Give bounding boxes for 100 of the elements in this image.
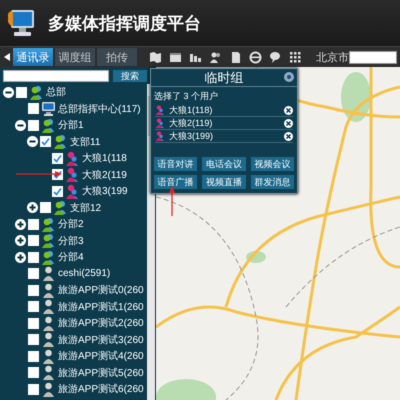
chat-icon[interactable] [269,50,282,64]
tree-item-label[interactable]: 总部指挥中心(117) [58,102,141,116]
monitor-icon [8,8,36,38]
checkbox[interactable] [28,284,39,296]
checkbox[interactable] [28,235,39,246]
user-icon [155,105,165,115]
user-icon [65,167,80,182]
checkbox[interactable] [28,268,39,280]
tree-item-label[interactable]: 支部11 [70,134,100,149]
checkbox[interactable] [28,367,39,378]
user-icon [41,266,56,282]
checkbox[interactable] [52,152,63,164]
tree-item-label[interactable]: 旅游APP测试5(260 [58,366,144,380]
tree-item-label[interactable]: 旅游APP测试0(260 [58,283,144,298]
checkbox[interactable] [28,103,39,114]
action-button[interactable]: 群发消息 [250,175,294,189]
tree-item-label[interactable]: 旅游APP测试4(260 [58,349,144,364]
user-icon [41,282,56,298]
window-icon[interactable] [169,50,182,64]
tab[interactable]: 调度组 [55,48,96,66]
tree-item-label[interactable]: 旅游APP测试3(260 [58,332,144,347]
user-icon [41,382,56,397]
checkbox[interactable] [28,350,39,362]
user-icon [41,332,56,348]
left-arrow-icon[interactable] [4,53,10,61]
tree-item-label[interactable]: 旅游APP测试1(260 [58,300,144,314]
tree-item-label[interactable]: 分部1 [58,118,84,132]
tree-item-label[interactable]: 大狼1(118 [82,151,127,166]
collapse-button[interactable] [27,136,38,148]
checkbox[interactable] [28,318,39,329]
checkbox[interactable] [28,218,39,230]
close-button[interactable] [284,72,294,82]
action-button[interactable]: 语音对讲 [154,157,198,171]
group-icon [53,200,68,216]
annotation-arrow [168,186,176,216]
tree-item-label[interactable]: 旅游APP测试6(260 [58,382,144,396]
tree-item-label[interactable]: 大狼3(199 [82,184,128,198]
user-icon [41,348,56,364]
user-icon [65,184,80,199]
popup-title: 临时组 [204,68,244,86]
search-button[interactable]: 搜索 [113,70,147,82]
map-icon[interactable] [149,50,162,64]
browser-icon[interactable] [249,50,262,64]
city-label: 北京市 [316,50,350,64]
member-label: 大狼3(199) [169,130,214,142]
monitor-icon [41,101,56,116]
checkbox[interactable] [52,186,63,197]
remove-button[interactable] [284,132,293,140]
tab[interactable]: 通讯录 [13,48,54,66]
checkbox[interactable] [28,301,39,312]
remove-button[interactable] [284,106,293,114]
tree-item-label[interactable]: 总部 [46,85,66,100]
user-icon [155,131,165,141]
user-icon [65,150,80,166]
expand-button[interactable] [15,252,26,263]
remove-button[interactable] [284,118,293,128]
tree-item-label[interactable]: ceshi(2591) [58,268,110,280]
member-label: 大狼1(118) [169,104,214,116]
tree-item-label[interactable]: 分部3 [58,234,84,248]
user-icon [41,316,56,331]
annotation-arrow [16,170,62,178]
group-icon [53,134,68,150]
checkbox[interactable] [28,334,39,346]
tree-item-label[interactable]: 分部2 [58,217,84,232]
checkbox[interactable] [28,252,39,263]
checkbox[interactable] [28,384,39,395]
user-icon [41,299,56,314]
selection-summary: 选择了 3 个用户 [153,90,220,103]
document-icon[interactable] [229,50,242,64]
group-icon [29,84,44,100]
tree-item-label[interactable]: 旅游APP测试2(260 [58,316,144,330]
group-icon [41,216,56,232]
search-field[interactable] [349,50,398,64]
user-icon [155,118,165,128]
checkbox[interactable] [40,202,51,214]
users-icon[interactable] [209,50,222,64]
expand-button[interactable] [27,202,38,214]
group-icon [41,250,56,265]
group-icon [41,233,56,248]
action-button[interactable]: 语音广播 [154,175,198,189]
expand-button[interactable] [15,218,26,230]
checkbox[interactable] [28,120,39,131]
checkbox[interactable] [16,86,27,98]
tree-item-label[interactable]: 分部4 [58,250,84,264]
expand-button[interactable] [15,235,26,246]
action-button[interactable]: 电话会议 [202,157,246,171]
app-title: 多媒体指挥调度平台 [48,12,201,34]
tree-item-label[interactable]: 支部12 [70,200,102,215]
action-button[interactable]: 视频直播 [202,175,246,189]
member-label: 大狼2(119) [169,116,214,130]
search-field[interactable] [3,70,109,82]
checkbox[interactable] [40,136,51,148]
tab[interactable]: 拍传 [97,48,138,66]
tree-item-label[interactable]: 大狼2(119 [82,168,127,182]
action-button[interactable]: 视频会议 [250,157,294,171]
user-icon [41,365,56,380]
collapse-button[interactable] [15,120,26,131]
grid-icon[interactable] [289,50,302,64]
group-icon [41,118,56,133]
collapse-button[interactable] [3,86,14,98]
